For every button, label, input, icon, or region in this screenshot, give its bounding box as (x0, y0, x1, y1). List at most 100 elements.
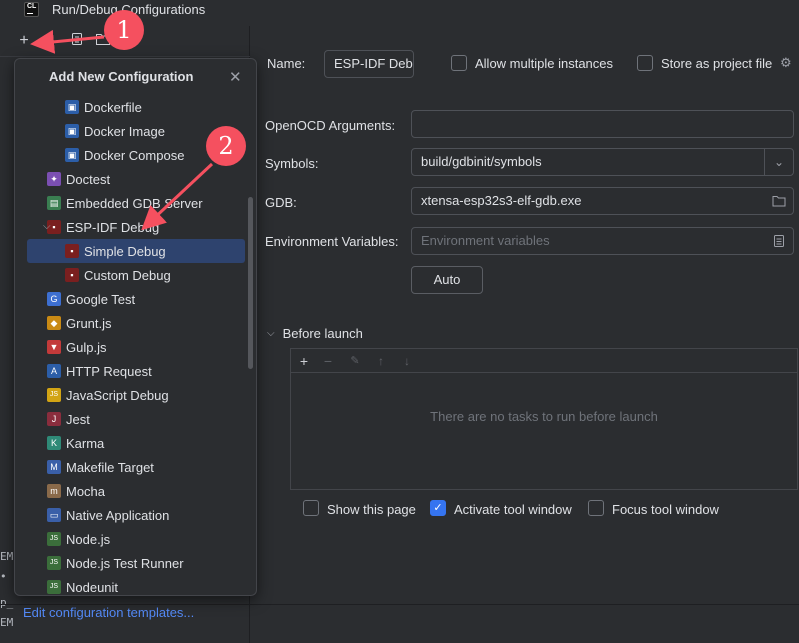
add-task-icon[interactable]: + (295, 352, 313, 370)
native-app-icon: ▭ (47, 508, 61, 522)
openocd-args-input[interactable] (411, 110, 794, 138)
list-item-label: Doctest (66, 171, 111, 187)
list-item-label: Custom Debug (84, 267, 171, 283)
list-item-label: Gulp.js (66, 339, 107, 355)
list-item-label: Mocha (66, 483, 106, 499)
list-item[interactable]: M Makefile Target (27, 455, 245, 479)
list-item-label: Simple Debug (84, 243, 166, 259)
list-item[interactable]: JS JavaScript Debug (27, 383, 245, 407)
copy-icon[interactable] (68, 32, 86, 50)
activate-tool-checkbox[interactable]: ✓ (430, 500, 446, 516)
popup-header: Add New Configuration ✕ (15, 59, 256, 95)
terminal-snippet: EM (0, 550, 14, 563)
list-edit-icon[interactable] (765, 228, 793, 254)
store-as-file-label: Store as project file (661, 56, 773, 71)
nodejs-icon: JS (47, 532, 61, 546)
empty-tasks-text: There are no tasks to run before launch (430, 409, 658, 424)
symbols-dropdown[interactable]: build/gdbinit/symbols ⌄ (411, 148, 794, 176)
list-item[interactable]: JS Nodeunit (27, 575, 245, 595)
esp-idf-icon: ▪ (65, 244, 79, 258)
list-item-label: Dockerfile (84, 99, 142, 115)
openocd-label: OpenOCD Arguments: (265, 118, 396, 133)
list-item[interactable]: JS Node.js (27, 527, 245, 551)
symbols-value: build/gdbinit/symbols (421, 154, 542, 169)
chevron-down-icon[interactable]: ⌵ (43, 221, 51, 232)
activate-tool-label: Activate tool window (454, 502, 572, 517)
docker-icon: ▣ (65, 100, 79, 114)
before-launch-panel: + − ✎ ↑ ↓ There are no tasks to run befo… (290, 348, 798, 490)
list-item[interactable]: G Google Test (27, 287, 245, 311)
add-icon[interactable]: + (15, 32, 33, 50)
list-item[interactable]: A HTTP Request (27, 359, 245, 383)
list-item[interactable]: ⌵ ▪ ESP-IDF Debug (27, 215, 245, 239)
remove-task-icon[interactable]: − (319, 352, 337, 370)
list-item-label: Grunt.js (66, 315, 112, 331)
allow-multiple-label: Allow multiple instances (475, 56, 614, 71)
nodejs-icon: JS (47, 556, 61, 570)
list-item-label: Embedded GDB Server (66, 195, 203, 211)
chevron-down-icon: ⌵ (267, 328, 275, 339)
http-icon: A (47, 364, 61, 378)
show-page-checkbox[interactable] (303, 500, 319, 516)
show-page-label: Show this page (327, 502, 416, 517)
js-icon: JS (47, 388, 61, 402)
folder-browse-icon[interactable] (765, 188, 793, 214)
env-vars-label: Environment Variables: (265, 234, 399, 249)
docker-icon: ▣ (65, 148, 79, 162)
list-item-label: JavaScript Debug (66, 387, 169, 403)
close-icon[interactable]: ✕ (229, 68, 242, 86)
auto-button[interactable]: Auto (411, 266, 483, 294)
list-item[interactable]: ▭ Native Application (27, 503, 245, 527)
list-item[interactable]: ▪ Custom Debug (27, 263, 245, 287)
list-item[interactable]: JS Node.js Test Runner (27, 551, 245, 575)
allow-multiple-checkbox[interactable] (451, 55, 467, 71)
embedded-gdb-icon: ▤ (47, 196, 61, 210)
popup-title: Add New Configuration (49, 69, 194, 84)
edit-task-icon[interactable]: ✎ (346, 352, 364, 370)
move-down-icon[interactable]: ↓ (398, 352, 416, 370)
list-item-label: Native Application (66, 507, 170, 523)
focus-tool-checkbox[interactable] (588, 500, 604, 516)
list-item[interactable]: ▪ Simple Debug (27, 239, 245, 263)
bottom-divider (0, 604, 799, 605)
list-item[interactable]: J Jest (27, 407, 245, 431)
chevron-down-icon[interactable]: ⌄ (765, 149, 793, 175)
focus-tool-label: Focus tool window (612, 502, 719, 517)
name-label: Name: (267, 56, 306, 71)
list-item-label: Node.js (66, 531, 111, 547)
list-item[interactable]: ◆ Grunt.js (27, 311, 245, 335)
gdb-label: GDB: (265, 195, 297, 210)
terminal-snippet: EM (0, 616, 14, 629)
before-launch-toolbar: + − ✎ ↑ ↓ (291, 349, 797, 373)
list-item[interactable]: K Karma (27, 431, 245, 455)
annotation-badge-1: 1 (104, 10, 144, 50)
gear-icon[interactable]: ⚙ (780, 55, 792, 71)
before-launch-header[interactable]: ⌵ Before launch (267, 326, 363, 341)
nodejs-icon: JS (47, 580, 61, 594)
list-item-label: Karma (66, 435, 105, 451)
jest-icon: J (47, 412, 61, 426)
name-input[interactable]: ESP-IDF Debug (324, 50, 414, 78)
list-item-label: ESP-IDF Debug (66, 219, 160, 235)
list-item-label: Jest (66, 411, 90, 427)
list-item-label: Docker Image (84, 123, 165, 139)
list-item-label: HTTP Request (66, 363, 152, 379)
list-item[interactable]: ▤ Embedded GDB Server (27, 191, 245, 215)
list-item[interactable]: ▼ Gulp.js (27, 335, 245, 359)
grunt-icon: ◆ (47, 316, 61, 330)
move-up-icon[interactable]: ↑ (372, 352, 390, 370)
list-item-label: Node.js Test Runner (66, 555, 184, 571)
list-item[interactable]: m Mocha (27, 479, 245, 503)
popup-scrollbar[interactable] (248, 197, 253, 369)
google-test-icon: G (47, 292, 61, 306)
env-vars-placeholder: Environment variables (421, 233, 550, 248)
mocha-icon: m (47, 484, 61, 498)
list-item[interactable]: ▣ Dockerfile (27, 95, 245, 119)
list-item-label: Google Test (66, 291, 136, 307)
store-as-file-checkbox[interactable] (637, 55, 653, 71)
list-item-label: Nodeunit (66, 579, 119, 595)
env-vars-input[interactable]: Environment variables (411, 227, 794, 255)
gdb-input[interactable]: xtensa-esp32s3-elf-gdb.exe (411, 187, 794, 215)
list-item[interactable]: ✦ Doctest (27, 167, 245, 191)
edit-templates-link[interactable]: Edit configuration templates... (23, 605, 194, 620)
